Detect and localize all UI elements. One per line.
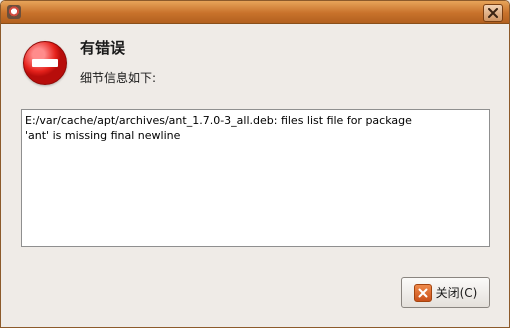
close-button-label: 关闭(C) (435, 286, 478, 300)
dialog-primary-text: 有错误 (80, 39, 126, 57)
title-bar[interactable] (1, 1, 509, 24)
close-icon (488, 8, 498, 18)
error-icon-bar (32, 59, 58, 67)
dialog-secondary-text: 细节信息如下: (80, 71, 157, 85)
close-icon (413, 283, 432, 302)
app-icon (7, 5, 21, 19)
dialog-error-icon (23, 41, 67, 85)
window-close-button[interactable] (483, 4, 503, 22)
error-dialog: 有错误 细节信息如下: E:/var/cache/apt/archives/an… (0, 0, 510, 328)
details-text-view[interactable]: E:/var/cache/apt/archives/ant_1.7.0-3_al… (21, 109, 490, 247)
close-button[interactable]: 关闭(C) (401, 277, 490, 308)
